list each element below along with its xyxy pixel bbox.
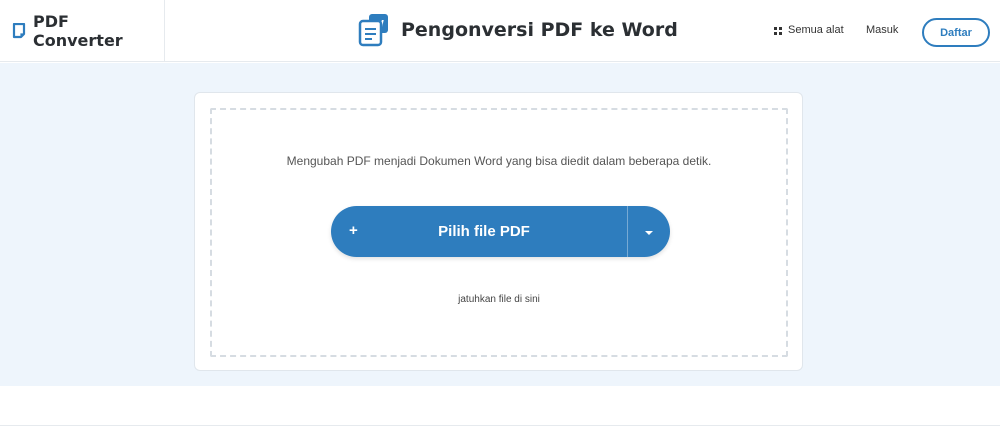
register-button[interactable]: Daftar	[922, 18, 990, 47]
drop-hint: jatuhkan file di sini	[458, 294, 540, 305]
hero-section: Mengubah PDF menjadi Dokumen Word yang b…	[0, 63, 1000, 386]
page-title-group: W Pengonversi PDF ke Word	[358, 12, 678, 48]
choose-file-button-group: + Pilih file PDF	[331, 206, 670, 257]
plus-icon: +	[349, 222, 358, 239]
all-tools-label: Semua alat	[788, 24, 844, 36]
upload-card: Mengubah PDF menjadi Dokumen Word yang b…	[194, 92, 803, 371]
tool-description: Mengubah PDF menjadi Dokumen Word yang b…	[286, 154, 712, 168]
document-tab-icon	[12, 22, 26, 39]
brand-logo-link[interactable]: PDF Converter	[0, 0, 165, 62]
source-dropdown-button[interactable]	[628, 206, 670, 257]
all-tools-menu[interactable]: Semua alat	[774, 24, 844, 36]
choose-pdf-button[interactable]: + Pilih file PDF	[331, 206, 627, 257]
brand-name: PDF Converter	[33, 12, 123, 50]
caret-down-icon	[644, 223, 654, 241]
login-link[interactable]: Masuk	[866, 24, 898, 36]
top-header: PDF Converter W Pengonversi PDF ke Word …	[0, 0, 1000, 62]
grid-icon	[774, 26, 782, 35]
choose-pdf-label: Pilih file PDF	[438, 223, 530, 240]
file-dropzone[interactable]: Mengubah PDF menjadi Dokumen Word yang b…	[210, 108, 788, 357]
pdf-to-word-icon: W	[358, 13, 392, 47]
page-title: Pengonversi PDF ke Word	[401, 19, 678, 41]
